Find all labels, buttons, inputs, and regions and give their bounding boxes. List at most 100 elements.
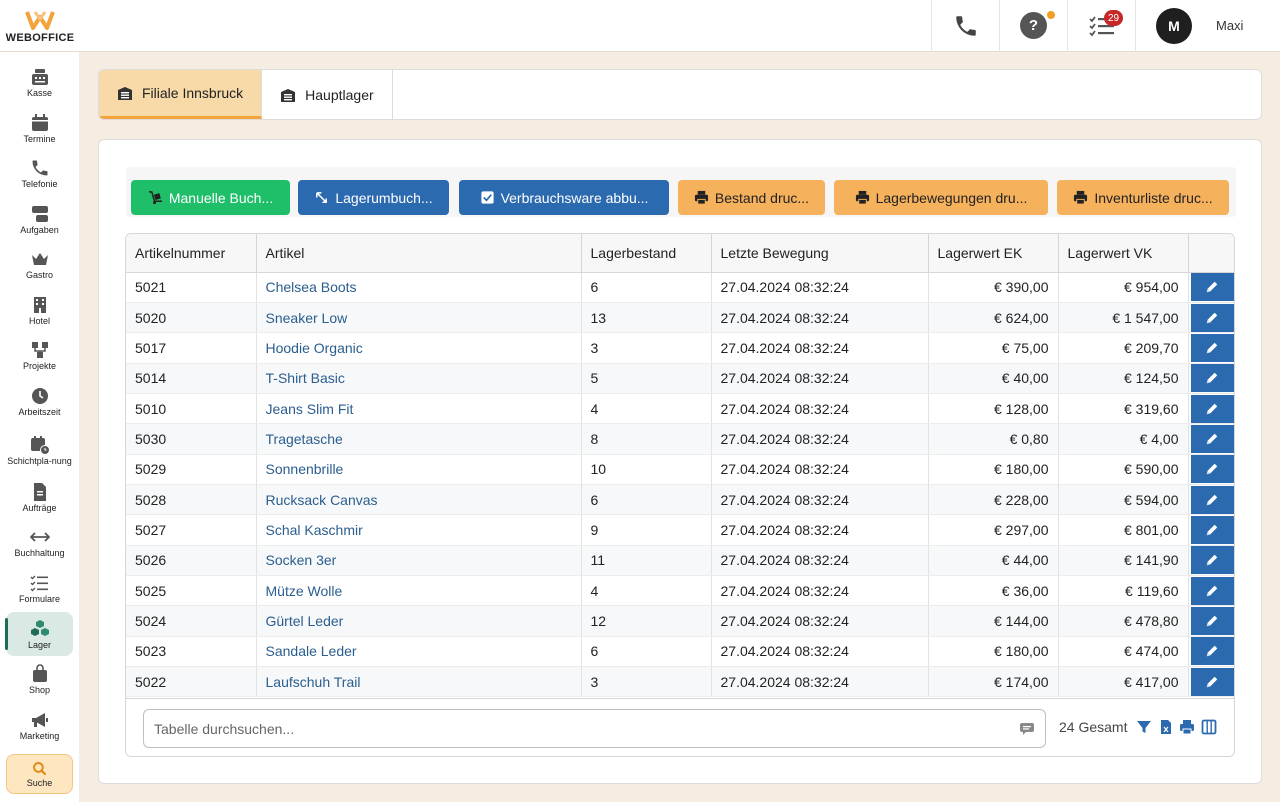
table-row[interactable]: 5021 Chelsea Boots 6 27.04.2024 08:32:24 € 3… [126, 272, 1234, 303]
actions-cell [1188, 575, 1234, 607]
filter-icon[interactable] [1136, 719, 1152, 735]
table-row[interactable]: 5024 Gürtel Leder 12 27.04.2024 08:32:24 € 1… [126, 605, 1234, 637]
column-header[interactable]: Lagerwert VK [1058, 234, 1189, 273]
edit-button[interactable] [1190, 485, 1234, 514]
logo-icon [25, 10, 55, 30]
edit-button[interactable] [1190, 424, 1234, 453]
weboffice-logo[interactable]: WEBOFFICE [0, 0, 80, 52]
column-header[interactable]: Artikel [256, 234, 582, 273]
comment-icon[interactable] [1019, 722, 1035, 736]
edit-button[interactable] [1190, 515, 1234, 544]
article-name-link[interactable]: Gürtel Leder [256, 605, 582, 637]
table-row[interactable]: 5028 Rucksack Canvas 6 27.04.2024 08:32:24 €… [126, 484, 1234, 516]
table-row[interactable]: 5029 Sonnenbrille 10 27.04.2024 08:32:24 € 1… [126, 454, 1234, 485]
checkbox-icon [480, 191, 494, 204]
edit-button[interactable] [1190, 333, 1234, 362]
sidebar-item-projekte[interactable]: Projekte [6, 333, 73, 377]
sidebar-item-marketing[interactable]: Marketing [6, 703, 73, 747]
print-stock-button[interactable]: Bestand druc... [678, 180, 825, 215]
sidebar-item-aufgaben[interactable]: Aufgaben [6, 197, 73, 241]
table-search-input[interactable] [154, 720, 994, 737]
sidebar-item-label: Aufträge [22, 502, 57, 513]
last-movement-cell: 27.04.2024 08:32:24 [711, 605, 929, 637]
article-name-link[interactable]: Sandale Leder [256, 636, 582, 667]
table-row[interactable]: 5025 Mütze Wolle 4 27.04.2024 08:32:24 € 36,… [126, 575, 1234, 607]
help-button[interactable]: ? [999, 0, 1067, 51]
column-header[interactable]: Letzte Bewegung [711, 234, 929, 273]
edit-button[interactable] [1190, 455, 1234, 484]
excel-export-icon[interactable] [1158, 719, 1174, 735]
print-table-icon[interactable] [1179, 719, 1195, 735]
article-name-link[interactable]: Socken 3er [256, 545, 582, 576]
article-name-link[interactable]: Laufschuh Trail [256, 666, 582, 698]
print-inventory-button[interactable]: Inventurliste druc... [1057, 180, 1229, 215]
table-row[interactable]: 5026 Socken 3er 11 27.04.2024 08:32:24 € 44,… [126, 545, 1234, 576]
user-menu[interactable]: M Maxi [1135, 0, 1280, 51]
column-header[interactable]: Lagerbestand [581, 234, 712, 273]
document-icon [33, 482, 46, 501]
button-label: Manuelle Buch... [168, 189, 274, 206]
article-name-link[interactable]: Tragetasche [256, 423, 582, 455]
article-name-link[interactable]: Sneaker Low [256, 302, 582, 334]
consumables-button[interactable]: Verbrauchsware abbu... [459, 180, 669, 215]
table-row[interactable]: 5022 Laufschuh Trail 3 27.04.2024 08:32:24 €… [126, 666, 1234, 698]
column-header[interactable]: Artikelnummer [126, 234, 257, 273]
article-name-link[interactable]: Sonnenbrille [256, 454, 582, 485]
manual-booking-button[interactable]: Manuelle Buch... [131, 180, 290, 215]
pencil-icon [1206, 676, 1218, 687]
edit-button[interactable] [1190, 546, 1234, 575]
table-row[interactable]: 5010 Jeans Slim Fit 4 27.04.2024 08:32:24 € … [126, 393, 1234, 425]
edit-button[interactable] [1190, 667, 1234, 696]
edit-button[interactable] [1190, 606, 1234, 635]
edit-button[interactable] [1190, 394, 1234, 423]
tab-hauptlager[interactable]: Hauptlager [262, 70, 393, 119]
article-name-link[interactable]: T-Shirt Basic [256, 363, 582, 394]
sidebar-item-buchhaltung[interactable]: Buchhaltung [6, 520, 73, 564]
edit-button[interactable] [1190, 303, 1234, 332]
article-name-link[interactable]: Schal Kaschmir [256, 514, 582, 546]
tab-filiale-innsbruck[interactable]: Filiale Innsbruck [99, 70, 263, 119]
table-row[interactable]: 5020 Sneaker Low 13 27.04.2024 08:32:24 € 62… [126, 302, 1234, 334]
table-row[interactable]: 5014 T-Shirt Basic 5 27.04.2024 08:32:24 € 4… [126, 363, 1234, 394]
article-name-link[interactable]: Hoodie Organic [256, 332, 582, 364]
edit-button[interactable] [1190, 273, 1234, 302]
sidebar-item-telefonie[interactable]: Telefonie [6, 151, 73, 195]
stock-cell: 8 [581, 423, 712, 455]
warehouse-icon [281, 88, 296, 102]
article-name-link[interactable]: Chelsea Boots [256, 272, 582, 303]
sidebar-item-schichtplanung[interactable]: Schichtpla-nung [6, 428, 73, 472]
boxes-icon [30, 619, 49, 636]
print-movements-button[interactable]: Lagerbewegungen dru... [834, 180, 1048, 215]
column-header-actions [1188, 234, 1234, 273]
edit-button[interactable] [1190, 364, 1234, 393]
edit-button[interactable] [1190, 637, 1234, 666]
tasks-button[interactable]: 29 [1067, 0, 1135, 51]
last-movement-cell: 27.04.2024 08:32:24 [711, 363, 929, 394]
sidebar-item-lager[interactable]: Lager [5, 612, 73, 656]
phone-button[interactable] [931, 0, 999, 51]
sidebar-item-termine[interactable]: Termine [6, 106, 73, 150]
article-name-link[interactable]: Jeans Slim Fit [256, 393, 582, 425]
article-name-link[interactable]: Mütze Wolle [256, 575, 582, 607]
table-row[interactable]: 5027 Schal Kaschmir 9 27.04.2024 08:32:24 € … [126, 514, 1234, 546]
sidebar-item-gastro[interactable]: Gastro [6, 242, 73, 286]
table-row[interactable]: 5017 Hoodie Organic 3 27.04.2024 08:32:24 € … [126, 332, 1234, 364]
sidebar-item-kasse[interactable]: Kasse [6, 60, 73, 104]
relocation-button[interactable]: Lagerumbuch... [298, 180, 449, 215]
table-row[interactable]: 5030 Tragetasche 8 27.04.2024 08:32:24 € 0,8… [126, 423, 1234, 455]
sidebar-item-arbeitszeit[interactable]: Arbeitszeit [6, 379, 73, 423]
article-name-link[interactable]: Rucksack Canvas [256, 484, 582, 516]
hotel-icon [33, 296, 46, 313]
column-header[interactable]: Lagerwert EK [928, 234, 1059, 273]
sidebar-item-auftraege[interactable]: Aufträge [6, 475, 73, 519]
sidebar-item-hotel[interactable]: Hotel [6, 288, 73, 332]
table-row[interactable]: 5023 Sandale Leder 6 27.04.2024 08:32:24 € 1… [126, 636, 1234, 667]
tasks-icon [31, 205, 48, 222]
article-number-cell: 5014 [126, 363, 257, 394]
value-vk-cell: € 474,00 [1058, 636, 1189, 667]
columns-icon[interactable] [1201, 719, 1217, 735]
edit-button[interactable] [1190, 576, 1234, 605]
sidebar-item-shop[interactable]: Shop [6, 657, 73, 701]
sidebar-item-formulare[interactable]: Formulare [6, 566, 73, 610]
sidebar-item-suche[interactable]: Suche [6, 754, 73, 794]
